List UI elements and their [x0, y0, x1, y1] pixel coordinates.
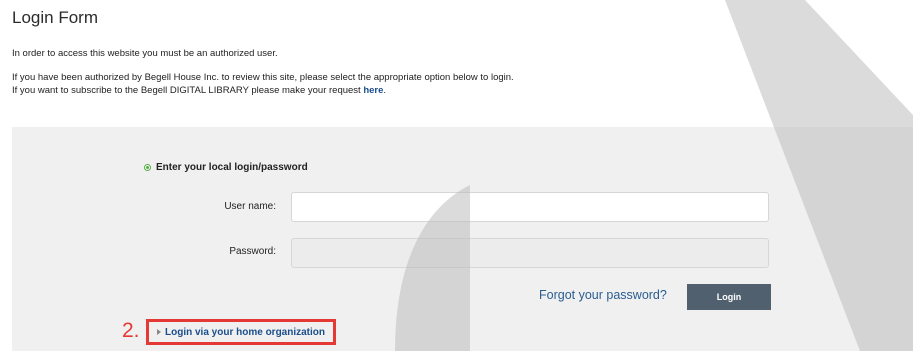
password-field[interactable]	[291, 238, 769, 268]
subscribe-here-link[interactable]: here	[363, 85, 383, 96]
login-button[interactable]: Login	[687, 284, 771, 310]
username-field[interactable]	[291, 192, 769, 222]
intro-text: In order to access this website you must…	[12, 48, 278, 59]
page-title: Login Form	[12, 8, 98, 27]
subscribe-text: If you want to subscribe to the Begell D…	[12, 84, 386, 97]
home-organization-login-link[interactable]: Login via your home organization	[146, 319, 336, 345]
step-number-annotation: 2.	[122, 319, 140, 342]
caret-right-icon	[157, 329, 161, 335]
username-label: User name:	[224, 201, 276, 212]
subscribe-suffix: .	[383, 85, 387, 96]
authorized-text: If you have been authorized by Begell Ho…	[12, 72, 514, 83]
local-login-option[interactable]: Enter your local login/password	[144, 162, 308, 173]
home-organization-login-label: Login via your home organization	[165, 326, 326, 338]
password-label: Password:	[229, 246, 276, 257]
forgot-password-link[interactable]: Forgot your password?	[539, 288, 667, 302]
local-login-option-label: Enter your local login/password	[156, 162, 308, 173]
subscribe-prefix: If you want to subscribe to the Begell D…	[12, 85, 364, 96]
radio-selected-icon[interactable]	[144, 164, 151, 171]
